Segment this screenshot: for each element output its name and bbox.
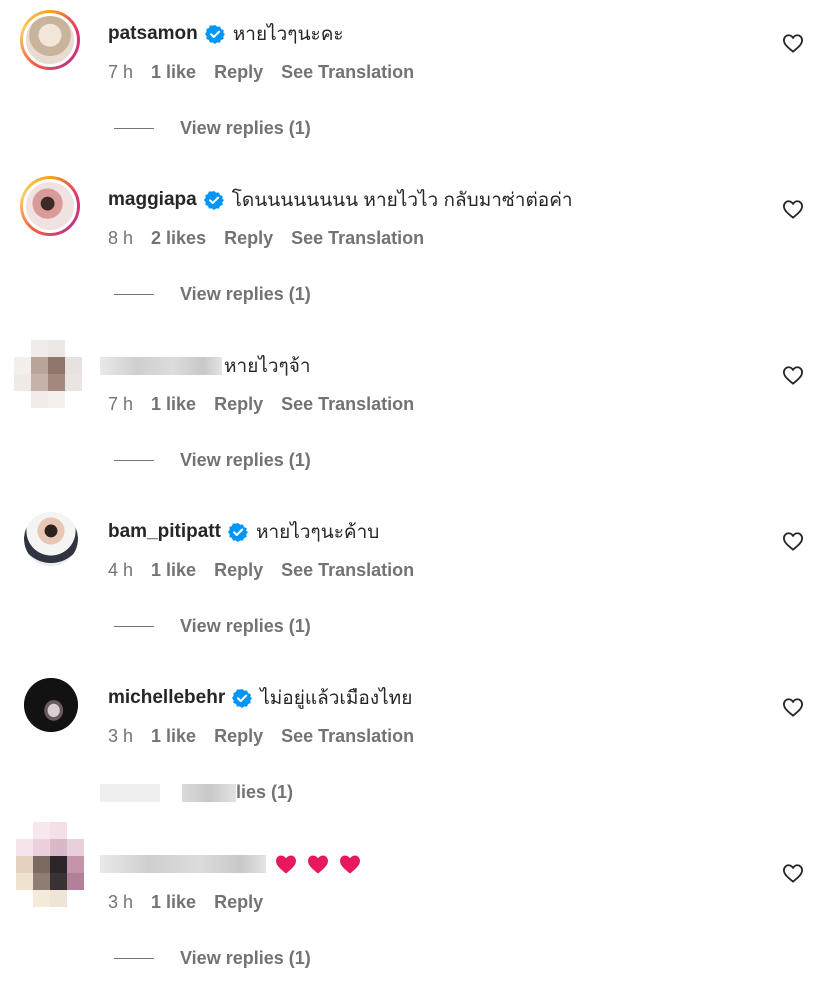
reply-button[interactable]: Reply	[214, 394, 263, 415]
username-link[interactable]: bam_pitipatt	[108, 521, 221, 543]
divider	[114, 626, 154, 627]
view-replies-label: View replies (1)	[180, 948, 311, 968]
avatar[interactable]	[24, 678, 78, 732]
comment-text: หายไวๆนะคะ	[232, 24, 344, 45]
see-translation-button[interactable]: See Translation	[281, 394, 414, 415]
view-replies-button[interactable]: View replies (1)	[114, 284, 311, 305]
comment-item: bam_pitipatt หายไวๆนะค้าบ 4 h 1 like Rep…	[0, 498, 820, 664]
comment-item: 3 h 1 like Reply View replies (1)	[0, 822, 820, 996]
view-replies-redacted	[100, 783, 160, 802]
comment-text: หายไวๆจ้า	[224, 356, 311, 377]
view-replies-label: View replies (1)	[180, 450, 311, 470]
heart-emoji-icon	[276, 855, 296, 874]
see-translation-button[interactable]: See Translation	[281, 560, 414, 581]
view-replies-button[interactable]: View replies (1)	[114, 616, 311, 637]
verified-badge-icon	[227, 523, 248, 542]
view-replies-label: lies (1)	[236, 782, 294, 802]
likes-count[interactable]: 1 like	[151, 892, 196, 913]
comment-item: maggiapa โดนนนนนนนน หายไวไว กลับมาซ่าต่อ…	[0, 166, 820, 332]
divider	[114, 958, 154, 959]
comment-time[interactable]: 4 h	[108, 560, 133, 581]
reply-button[interactable]: Reply	[214, 560, 263, 581]
avatar[interactable]	[20, 176, 80, 236]
heart-outline-icon[interactable]	[782, 33, 804, 53]
reply-button[interactable]: Reply	[214, 62, 263, 83]
likes-count[interactable]: 1 like	[151, 62, 196, 83]
heart-outline-icon[interactable]	[782, 697, 804, 717]
likes-count[interactable]: 1 like	[151, 560, 196, 581]
verified-badge-icon	[204, 25, 225, 44]
username-redacted[interactable]	[100, 855, 266, 873]
divider	[114, 460, 154, 461]
avatar[interactable]	[24, 512, 78, 566]
comment-time[interactable]: 3 h	[108, 892, 133, 913]
comment-time[interactable]: 8 h	[108, 228, 133, 249]
view-replies-redacted	[182, 783, 236, 802]
comment-time[interactable]: 3 h	[108, 726, 133, 747]
username-link[interactable]: maggiapa	[108, 189, 197, 211]
view-replies-button[interactable]: View replies (1)	[114, 118, 311, 139]
avatar-blurred[interactable]	[16, 822, 84, 907]
reply-button[interactable]: Reply	[214, 726, 263, 747]
heart-outline-icon[interactable]	[782, 531, 804, 551]
heart-emoji-icon	[340, 855, 360, 874]
see-translation-button[interactable]: See Translation	[291, 228, 424, 249]
view-replies-label: View replies (1)	[180, 616, 311, 636]
verified-badge-icon	[232, 689, 253, 708]
see-translation-button[interactable]: See Translation	[281, 726, 414, 747]
view-replies-button[interactable]: View replies (1)	[114, 948, 311, 969]
avatar-blurred[interactable]	[14, 340, 82, 408]
heart-emoji-icon	[308, 855, 328, 874]
see-translation-button[interactable]: See Translation	[281, 62, 414, 83]
view-replies-label: View replies (1)	[180, 284, 311, 304]
comment-item: michellebehr ไม่อยู่แล้วเมืองไทย 3 h 1 l…	[0, 664, 820, 830]
likes-count[interactable]: 1 like	[151, 394, 196, 415]
comment-time[interactable]: 7 h	[108, 62, 133, 83]
reply-button[interactable]: Reply	[214, 892, 263, 913]
avatar[interactable]	[20, 10, 80, 70]
divider	[114, 128, 154, 129]
comment-time[interactable]: 7 h	[108, 394, 133, 415]
likes-count[interactable]: 1 like	[151, 726, 196, 747]
comment-text: โดนนนนนนนน หายไวไว กลับมาซ่าต่อค่า	[231, 190, 573, 211]
comment-item: หายไวๆจ้า 7 h 1 like Reply See Translati…	[0, 332, 820, 498]
comment-text: ไม่อยู่แล้วเมืองไทย	[260, 688, 413, 709]
heart-outline-icon[interactable]	[782, 863, 804, 883]
verified-badge-icon	[203, 191, 224, 210]
heart-outline-icon[interactable]	[782, 365, 804, 385]
view-replies-label: View replies (1)	[180, 118, 311, 138]
comment-text: หายไวๆนะค้าบ	[255, 522, 380, 543]
username-redacted[interactable]	[100, 357, 222, 375]
reply-button[interactable]: Reply	[224, 228, 273, 249]
comment-item: patsamon หายไวๆนะคะ 7 h 1 like Reply See…	[0, 0, 820, 166]
heart-outline-icon[interactable]	[782, 199, 804, 219]
username-link[interactable]: patsamon	[108, 23, 198, 45]
view-replies-button[interactable]: lies (1)	[100, 782, 293, 803]
username-link[interactable]: michellebehr	[108, 687, 225, 709]
view-replies-button[interactable]: View replies (1)	[114, 450, 311, 471]
divider	[114, 294, 154, 295]
likes-count[interactable]: 2 likes	[151, 228, 206, 249]
